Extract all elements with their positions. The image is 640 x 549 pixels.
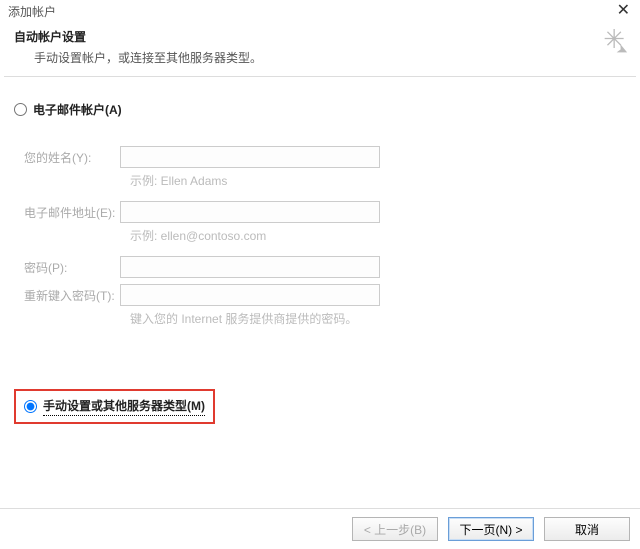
title-bar: 添加帐户 ✕ — [0, 0, 640, 22]
name-hint: 示例: Ellen Adams — [130, 172, 626, 189]
password-label: 密码(P): — [24, 259, 120, 276]
retype-password-label: 重新键入密码(T): — [24, 287, 120, 304]
password-hint: 键入您的 Internet 服务提供商提供的密码。 — [130, 310, 626, 327]
next-button[interactable]: 下一页(N) > — [448, 517, 534, 541]
name-input[interactable] — [120, 146, 380, 168]
window-title: 添加帐户 — [8, 3, 56, 20]
email-hint: 示例: ellen@contoso.com — [130, 227, 626, 244]
retype-password-input[interactable] — [120, 284, 380, 306]
email-label: 电子邮件地址(E): — [24, 204, 120, 221]
radio-email-account-label: 电子邮件帐户(A) — [33, 101, 122, 118]
header-section: 自动帐户设置 手动设置帐户，或连接至其他服务器类型。 ✳➤ — [0, 22, 640, 76]
back-button[interactable]: < 上一步(B) — [352, 517, 438, 541]
header-subtitle: 手动设置帐户，或连接至其他服务器类型。 — [34, 49, 626, 66]
footer-bar: < 上一步(B) 下一页(N) > 取消 — [0, 508, 640, 549]
close-icon[interactable]: ✕ — [613, 3, 634, 19]
radio-email-account[interactable] — [14, 103, 27, 116]
email-input[interactable] — [120, 201, 380, 223]
name-label: 您的姓名(Y): — [24, 149, 120, 166]
password-input[interactable] — [120, 256, 380, 278]
content-area: 电子邮件帐户(A) 您的姓名(Y): 示例: Ellen Adams 电子邮件地… — [0, 77, 640, 424]
radio-manual-setup[interactable] — [24, 400, 37, 413]
cursor-indicator-icon: ✳➤ — [603, 28, 622, 50]
email-form: 您的姓名(Y): 示例: Ellen Adams 电子邮件地址(E): 示例: … — [24, 146, 626, 327]
option-email-account[interactable]: 电子邮件帐户(A) — [14, 101, 626, 118]
option-manual-setup[interactable]: 手动设置或其他服务器类型(M) — [14, 389, 215, 424]
cancel-button[interactable]: 取消 — [544, 517, 630, 541]
header-title: 自动帐户设置 — [14, 28, 626, 45]
radio-manual-setup-label: 手动设置或其他服务器类型(M) — [43, 397, 205, 416]
